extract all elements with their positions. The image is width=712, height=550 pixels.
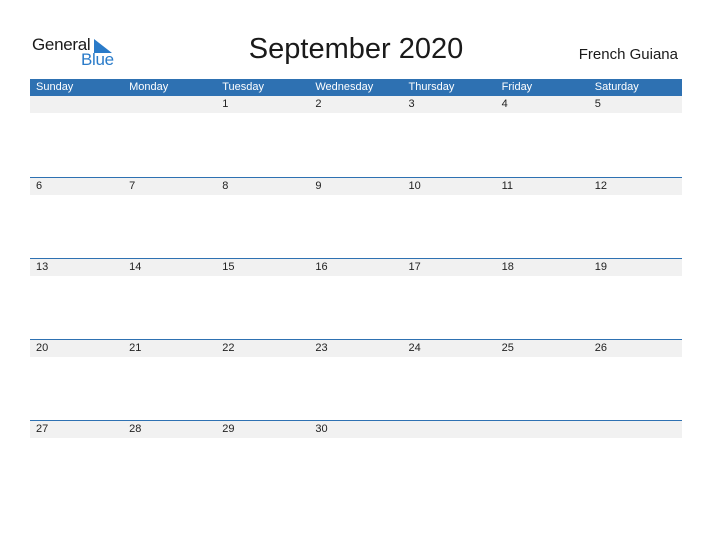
day-cell: 22 [222, 342, 235, 354]
date-strip: 13 14 15 16 17 18 19 [30, 258, 682, 276]
day-cell: 2 [315, 98, 322, 110]
day-cell: 8 [222, 180, 229, 192]
weekday-wednesday: Wednesday [315, 81, 374, 93]
day-cell: 14 [129, 261, 142, 273]
day-cell: 10 [408, 180, 421, 192]
day-cell: 15 [222, 261, 235, 273]
week-row: 13 14 15 16 17 18 19 [30, 258, 682, 339]
day-cell: 3 [408, 98, 415, 110]
day-cell: 1 [222, 98, 229, 110]
weekday-monday: Monday [129, 81, 169, 93]
date-strip: 27 28 29 30 [30, 420, 682, 438]
day-cell: 7 [129, 180, 136, 192]
day-cell: 9 [315, 180, 322, 192]
day-cell: 12 [594, 180, 607, 192]
day-cell: 6 [36, 180, 43, 192]
day-cell [123, 96, 216, 113]
weekday-friday: Friday [501, 81, 533, 93]
day-cell: 25 [501, 342, 514, 354]
day-cell: 24 [408, 342, 421, 354]
day-cell: 4 [501, 98, 508, 110]
weekday-header: Sunday Monday Tuesday Wednesday Thursday… [30, 79, 682, 96]
date-strip: 1 2 3 4 5 [30, 96, 682, 113]
weekday-thursday: Thursday [408, 81, 455, 93]
day-cell: 27 [36, 423, 49, 435]
day-cell: 13 [36, 261, 49, 273]
day-cell: 17 [408, 261, 421, 273]
week-row: 20 21 22 23 24 25 26 [30, 339, 682, 420]
day-cell: 11 [501, 180, 514, 192]
week-row: 27 28 29 30 [30, 420, 682, 501]
day-cell: 18 [501, 261, 514, 273]
day-cell [589, 421, 682, 438]
week-row: 6 7 8 9 10 11 12 [30, 177, 682, 258]
day-cell: 19 [594, 261, 607, 273]
day-cell [496, 421, 589, 438]
week-row: 1 2 3 4 5 [30, 96, 682, 177]
day-cell: 29 [222, 423, 235, 435]
calendar-grid: Sunday Monday Tuesday Wednesday Thursday… [30, 79, 682, 501]
country-label: French Guiana [578, 46, 678, 63]
weekday-sunday: Sunday [36, 81, 74, 93]
day-cell: 26 [594, 342, 607, 354]
day-cell: 30 [315, 423, 328, 435]
day-cell: 16 [315, 261, 328, 273]
weekday-saturday: Saturday [594, 81, 639, 93]
day-cell: 28 [129, 423, 142, 435]
date-strip: 6 7 8 9 10 11 12 [30, 177, 682, 195]
weekday-tuesday: Tuesday [222, 81, 265, 93]
day-cell [30, 96, 123, 113]
day-cell: 20 [36, 342, 49, 354]
date-strip: 20 21 22 23 24 25 26 [30, 339, 682, 357]
day-cell: 23 [315, 342, 328, 354]
day-cell: 21 [129, 342, 142, 354]
day-cell: 5 [594, 98, 601, 110]
day-cell [403, 421, 496, 438]
